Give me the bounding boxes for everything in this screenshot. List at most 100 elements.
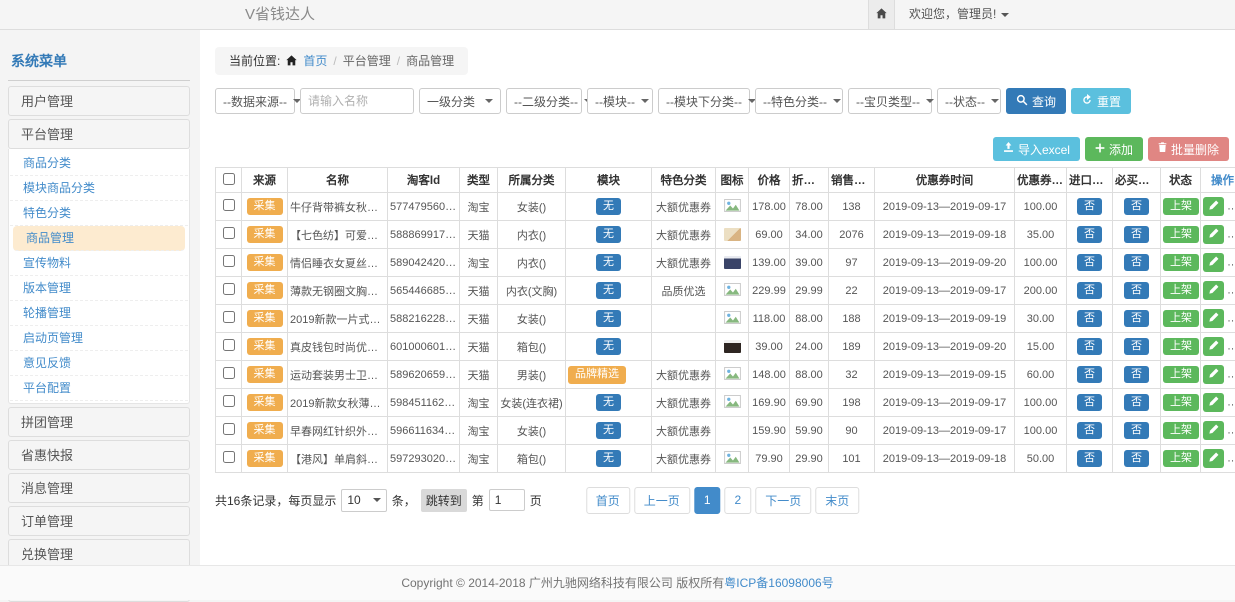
edit-button[interactable] [1203,281,1224,300]
taoke-id-cell: 577479560965 [388,193,460,221]
sidebar-item-平台配置[interactable]: 平台配置 [10,376,188,401]
row-checkbox[interactable] [223,255,235,267]
filter-select-8[interactable]: --宝贝类型-- [848,88,932,114]
pager-button-首页[interactable]: 首页 [586,487,630,514]
sidebar-item-商品分类[interactable]: 商品分类 [10,151,188,176]
filter-select-7[interactable]: --特色分类-- [755,88,843,114]
edit-button[interactable] [1203,365,1224,384]
batch-delete-button[interactable]: 批量删除 [1148,137,1229,161]
must-buy-cell-badge[interactable]: 否 [1124,450,1149,467]
pager-button-末页[interactable]: 末页 [815,487,859,514]
row-checkbox[interactable] [223,423,235,435]
row-checkbox[interactable] [223,311,235,323]
edit-button[interactable] [1203,393,1224,412]
edit-button[interactable] [1203,309,1224,328]
select-all-checkbox[interactable] [223,173,235,185]
sidebar-item-模块商品分类[interactable]: 模块商品分类 [10,176,188,201]
pager-button-2[interactable]: 2 [725,487,752,514]
status-badge[interactable]: 上架 [1163,450,1199,467]
import-select-cell-badge[interactable]: 否 [1077,310,1102,327]
status-badge[interactable]: 上架 [1163,198,1199,215]
sidebar-group-省惠快报[interactable]: 省惠快报 [8,440,190,470]
status-badge[interactable]: 上架 [1163,310,1199,327]
filter-select-6[interactable]: --模块下分类-- [658,88,750,114]
status-badge[interactable]: 上架 [1163,338,1199,355]
breadcrumb-home-link[interactable]: 首页 [303,52,327,69]
must-buy-cell-badge[interactable]: 否 [1124,198,1149,215]
reset-button[interactable]: 重置 [1071,88,1131,114]
filter-select-9[interactable]: --状态-- [937,88,1001,114]
import-excel-button[interactable]: 导入excel [993,137,1080,161]
sidebar-item-意见反馈[interactable]: 意见反馈 [10,351,188,376]
edit-icon [1208,283,1219,298]
sidebar-item-轮播管理[interactable]: 轮播管理 [10,301,188,326]
edit-button[interactable] [1203,225,1224,244]
user-menu[interactable]: 欢迎您，管理员! [909,0,1009,29]
import-select-cell-badge[interactable]: 否 [1077,422,1102,439]
sidebar-item-宣传物料[interactable]: 宣传物料 [10,251,188,276]
must-buy-cell-badge[interactable]: 否 [1124,310,1149,327]
status-badge[interactable]: 上架 [1163,366,1199,383]
pager-button-下一页[interactable]: 下一页 [755,487,811,514]
filter-select-4[interactable]: --二级分类-- [506,88,582,114]
sidebar-item-商品管理[interactable]: 商品管理 [13,226,185,251]
page-number-input[interactable] [489,489,525,511]
sidebar-item-启动页管理[interactable]: 启动页管理 [10,326,188,351]
table-row: 采集2019新款女秋薄款...598451162391淘宝女装(连衣裙)无大额优… [216,389,1235,417]
operations-cell [1201,305,1235,333]
row-checkbox[interactable] [223,451,235,463]
import-select-cell-badge[interactable]: 否 [1077,450,1102,467]
must-buy-cell-badge[interactable]: 否 [1124,422,1149,439]
edit-button[interactable] [1203,337,1224,356]
must-buy-cell-badge[interactable]: 否 [1124,254,1149,271]
row-checkbox[interactable] [223,199,235,211]
row-checkbox[interactable] [223,395,235,407]
status-badge[interactable]: 上架 [1163,282,1199,299]
sidebar-group-订单管理[interactable]: 订单管理 [8,506,190,536]
filter-select-3[interactable]: 一级分类 [419,88,501,114]
price-cell: 118.00 [749,305,790,333]
per-page-select[interactable]: 10 [341,489,386,512]
sidebar-item-版本管理[interactable]: 版本管理 [10,276,188,301]
import-select-cell-badge[interactable]: 否 [1077,338,1102,355]
import-select-cell-badge[interactable]: 否 [1077,366,1102,383]
row-checkbox[interactable] [223,227,235,239]
query-button[interactable]: 查询 [1006,88,1066,114]
edit-button[interactable] [1203,197,1224,216]
row-checkbox[interactable] [223,367,235,379]
row-checkbox[interactable] [223,283,235,295]
topbar-home-button[interactable] [868,0,895,29]
import-select-cell-badge[interactable]: 否 [1077,254,1102,271]
filter-select-1[interactable]: --数据来源-- [215,88,295,114]
edit-button[interactable] [1203,253,1224,272]
sidebar-group-拼团管理[interactable]: 拼团管理 [8,407,190,437]
status-badge[interactable]: 上架 [1163,394,1199,411]
status-badge[interactable]: 上架 [1163,226,1199,243]
status-badge[interactable]: 上架 [1163,422,1199,439]
sidebar-group-用户管理[interactable]: 用户管理 [8,86,190,116]
must-buy-cell-badge[interactable]: 否 [1124,226,1149,243]
jump-button[interactable]: 跳转到 [421,489,467,512]
import-select-cell-badge[interactable]: 否 [1077,226,1102,243]
must-buy-cell-badge[interactable]: 否 [1124,394,1149,411]
must-buy-cell-badge[interactable]: 否 [1124,282,1149,299]
sidebar-group-消息管理[interactable]: 消息管理 [8,473,190,503]
name-search-input[interactable] [308,94,406,108]
pager-button-1[interactable]: 1 [694,487,721,514]
must-buy-cell-badge[interactable]: 否 [1124,338,1149,355]
row-checkbox[interactable] [223,339,235,351]
pager-button-上一页[interactable]: 上一页 [634,487,690,514]
sidebar-group-平台管理[interactable]: 平台管理 [8,119,190,149]
icp-link[interactable]: 粤ICP备16098006号 [724,576,833,590]
edit-button[interactable] [1203,421,1224,440]
edit-button[interactable] [1203,449,1224,468]
pagination: 共16条记录，每页显示 10 条， 跳转到 第 页 首页上一页12下一页末页 [215,486,1230,514]
add-button[interactable]: 添加 [1085,137,1143,161]
sidebar-item-特色分类[interactable]: 特色分类 [10,201,188,226]
filter-select-5[interactable]: --模块-- [587,88,653,114]
must-buy-cell-badge[interactable]: 否 [1124,366,1149,383]
import-select-cell-badge[interactable]: 否 [1077,198,1102,215]
import-select-cell-badge[interactable]: 否 [1077,282,1102,299]
status-badge[interactable]: 上架 [1163,254,1199,271]
import-select-cell-badge[interactable]: 否 [1077,394,1102,411]
